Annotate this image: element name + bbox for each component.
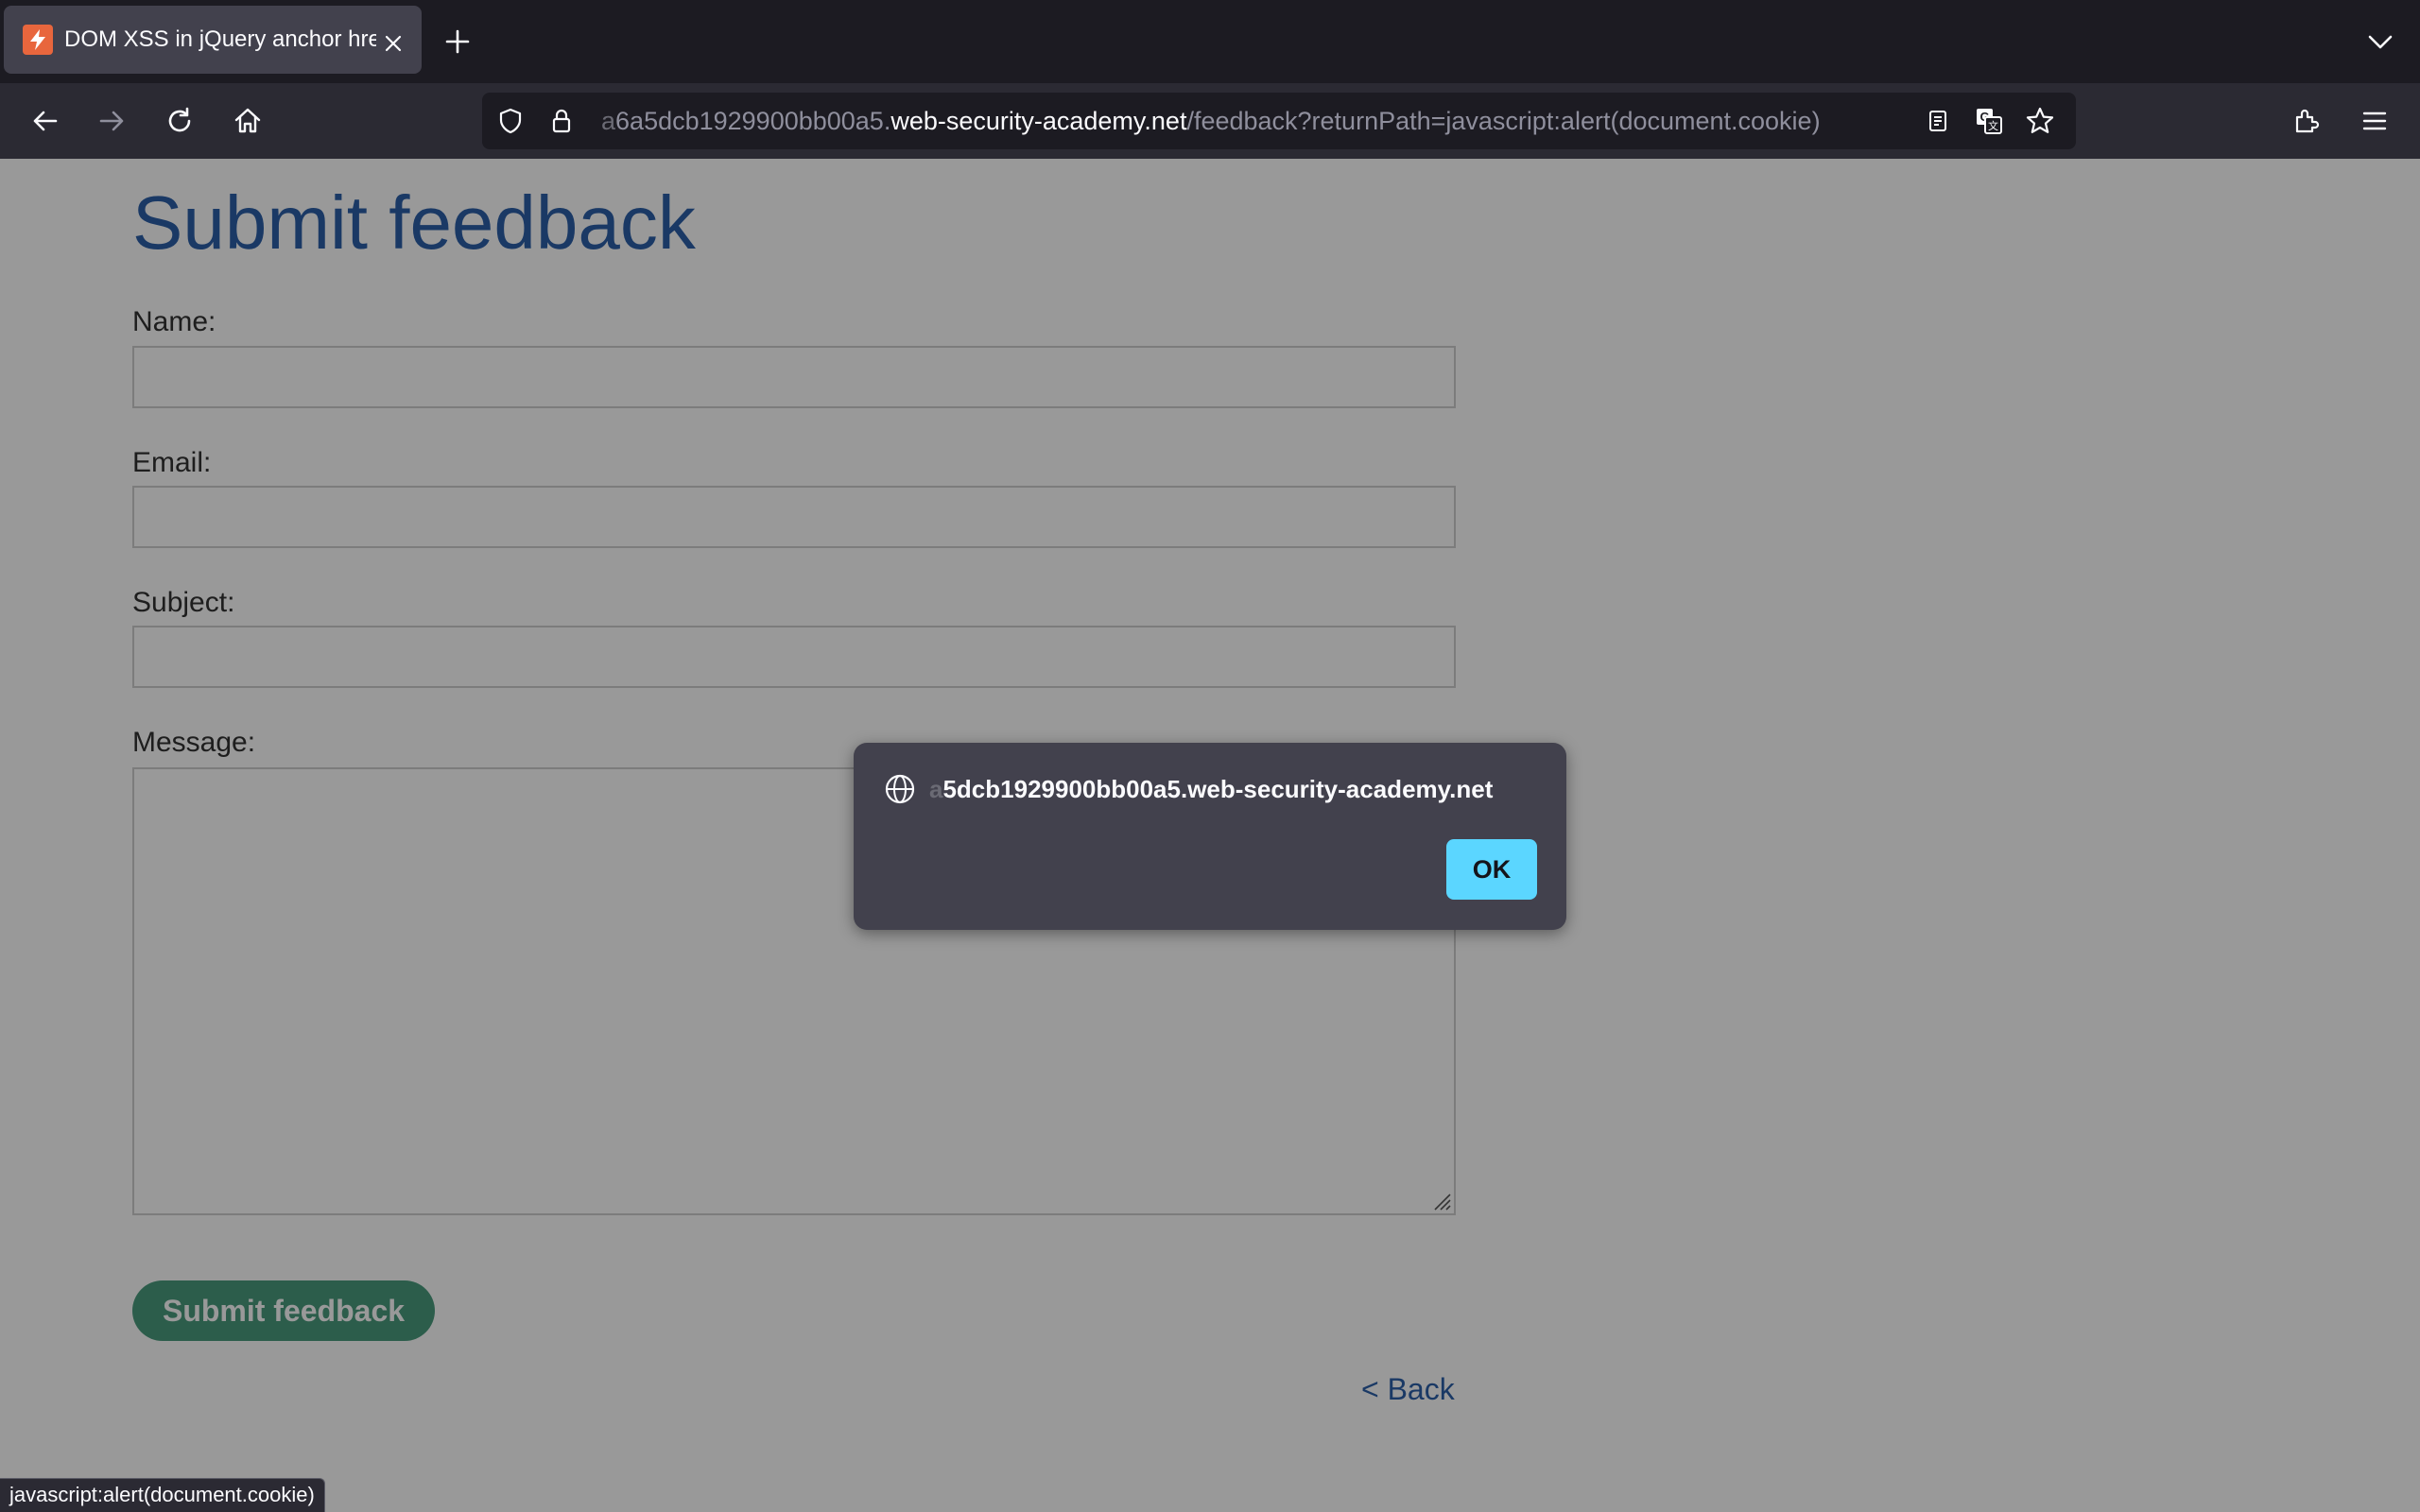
star-icon[interactable] <box>2025 106 2055 136</box>
tab-title: DOM XSS in jQuery anchor href <box>64 26 376 52</box>
globe-icon <box>884 773 916 805</box>
home-icon[interactable] <box>229 102 267 140</box>
reload-icon[interactable] <box>161 102 199 140</box>
alert-dialog: a5dcb1929900bb00a5.web-security-academy.… <box>854 743 1566 930</box>
tab-bar: DOM XSS in jQuery anchor href <box>0 0 2420 83</box>
chevron-down-icon[interactable] <box>2365 28 2395 55</box>
lock-icon[interactable] <box>546 106 577 136</box>
new-tab-button[interactable] <box>442 26 473 57</box>
reader-view-icon[interactable] <box>1923 106 1953 136</box>
url-bar[interactable]: a6a5dcb1929900bb00a5.web-security-academ… <box>482 93 2076 149</box>
status-bar: javascript:alert(document.cookie) <box>0 1478 325 1512</box>
close-icon[interactable] <box>382 32 405 55</box>
lightning-icon <box>23 25 53 55</box>
menu-icon[interactable] <box>2356 102 2394 140</box>
nav-bar: a6a5dcb1929900bb00a5.web-security-academ… <box>0 83 2420 159</box>
dialog-origin: a5dcb1929900bb00a5.web-security-academy.… <box>929 775 1494 803</box>
url-text[interactable]: a6a5dcb1929900bb00a5.web-security-academ… <box>601 106 1925 136</box>
shield-icon[interactable] <box>495 106 526 136</box>
forward-arrow-icon[interactable] <box>93 102 130 140</box>
tab-active[interactable]: DOM XSS in jQuery anchor href <box>4 6 422 74</box>
svg-text:文: 文 <box>1988 119 1998 132</box>
extensions-icon[interactable] <box>2288 102 2325 140</box>
back-arrow-icon[interactable] <box>26 102 64 140</box>
ok-button[interactable]: OK <box>1446 839 1537 900</box>
translate-icon[interactable]: G文 <box>1974 106 2004 136</box>
